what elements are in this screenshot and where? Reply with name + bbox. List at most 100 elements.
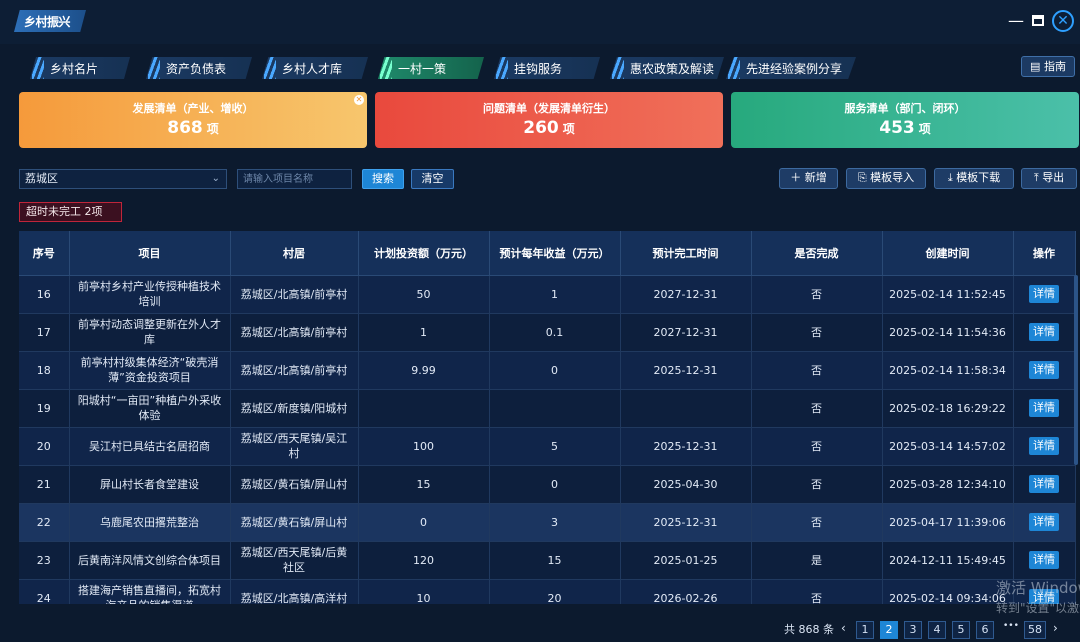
column-header: 村居 — [230, 231, 359, 276]
cell-income: 5 — [489, 427, 621, 466]
page-button[interactable]: 5 — [952, 621, 970, 639]
detail-button[interactable]: 详情 — [1029, 551, 1059, 569]
cell-project: 搭建海产销售直播间，拓宽村海产品的销售渠道 — [69, 579, 231, 604]
prev-page-icon[interactable]: ‹ — [841, 621, 846, 635]
tab-case-sharing[interactable]: 先进经验案例分享 — [726, 57, 856, 79]
table-row[interactable]: 21 屏山村长者食堂建设 荔城区/黄石镇/屏山村 15 0 2025-04-30… — [19, 465, 1076, 504]
guide-button[interactable]: ▤ 指南 — [1021, 56, 1075, 77]
cell-action: 详情 — [1013, 465, 1076, 504]
cell-finish: 2025-12-31 — [620, 351, 752, 390]
tab-stripe-icon — [32, 57, 44, 79]
detail-button[interactable]: 详情 — [1029, 323, 1059, 341]
plus-icon: ＋ — [790, 171, 802, 184]
maximize-icon[interactable] — [1031, 10, 1045, 32]
detail-button[interactable]: 详情 — [1029, 437, 1059, 455]
cell-invest: 1 — [358, 313, 490, 352]
page-button[interactable]: 1 — [856, 621, 874, 639]
table-row[interactable]: 24 搭建海产销售直播间，拓宽村海产品的销售渠道 荔城区/北高镇/高洋村 10 … — [19, 579, 1076, 604]
cell-no: 16 — [19, 275, 70, 314]
table-header: 序号 项目 村居 计划投资额（万元） 预计每年收益（万元） 预计完工时间 是否完… — [19, 231, 1076, 276]
table-row[interactable]: 22 乌鹿尾农田撂荒整治 荔城区/黄石镇/屏山村 0 3 2025-12-31 … — [19, 503, 1076, 542]
download-label: 模板下载 — [956, 171, 1001, 184]
district-select[interactable]: 荔城区 ⌄ — [19, 169, 227, 189]
template-download-button[interactable]: ⤓ 模板下载 — [934, 168, 1014, 189]
cell-created: 2025-02-14 11:54:36 — [882, 313, 1014, 352]
guide-label: 指南 — [1043, 60, 1066, 73]
cell-invest — [358, 389, 490, 428]
cell-invest: 10 — [358, 579, 490, 604]
detail-button[interactable]: 详情 — [1029, 399, 1059, 417]
cell-village: 荔城区/北高镇/前亭村 — [230, 313, 359, 352]
cell-income: 20 — [489, 579, 621, 604]
page-button[interactable]: 3 — [904, 621, 922, 639]
tab-stripe-icon — [380, 57, 392, 79]
card-title: 服务清单（部门、闭环） — [844, 102, 966, 115]
tab-village-card[interactable]: 乡村名片 — [30, 57, 130, 79]
cell-done: 否 — [751, 427, 883, 466]
table-scrollbar[interactable] — [1074, 275, 1078, 465]
cell-village: 荔城区/黄石镇/屏山村 — [230, 465, 359, 504]
column-header: 项目 — [69, 231, 231, 276]
table-row[interactable]: 16 前亭村乡村产业传授种植技术培训 荔城区/北高镇/前亭村 50 1 2027… — [19, 275, 1076, 314]
detail-button[interactable]: 详情 — [1029, 285, 1059, 303]
add-label: 新增 — [804, 171, 827, 184]
project-name-input[interactable] — [237, 169, 352, 189]
cell-project: 前亭村村级集体经济“破壳消薄”资金投资项目 — [69, 351, 231, 390]
cell-no: 21 — [19, 465, 70, 504]
table-row[interactable]: 17 前亭村动态调整更新在外人才库 荔城区/北高镇/前亭村 1 0.1 2027… — [19, 313, 1076, 352]
tab-stripe-icon — [264, 57, 276, 79]
minimize-icon[interactable]: — — [1008, 10, 1024, 32]
page-button[interactable]: 58 — [1024, 621, 1046, 639]
cell-income: 0.1 — [489, 313, 621, 352]
table-row[interactable]: 18 前亭村村级集体经济“破壳消薄”资金投资项目 荔城区/北高镇/前亭村 9.9… — [19, 351, 1076, 390]
close-icon[interactable]: ✕ — [1052, 10, 1074, 32]
nav-tabs: 乡村名片 资产负债表 乡村人才库 一村一策 挂钩服务 惠农政策及解读 先进经验案… — [0, 52, 1080, 82]
table-row[interactable]: 20 吴江村已具结古名居招商 荔城区/西天尾镇/吴江村 100 5 2025-1… — [19, 427, 1076, 466]
detail-button[interactable]: 详情 — [1029, 513, 1059, 531]
tab-label: 乡村人才库 — [282, 62, 343, 76]
card-unit: 项 — [206, 122, 219, 136]
development-list-card[interactable]: ✕ 发展清单（产业、增收） 868 项 — [19, 92, 367, 148]
template-import-button[interactable]: ⎘ 模板导入 — [846, 168, 926, 189]
export-label: 导出 — [1042, 171, 1065, 184]
cell-no: 19 — [19, 389, 70, 428]
tab-one-village-one-policy[interactable]: 一村一策 — [378, 57, 484, 79]
cell-invest: 0 — [358, 503, 490, 542]
table-row[interactable]: 23 后黄南洋风情文创综合体项目 荔城区/西天尾镇/后黄社区 120 15 20… — [19, 541, 1076, 580]
export-button[interactable]: ⤒ 导出 — [1021, 168, 1077, 189]
tab-policy-interpretation[interactable]: 惠农政策及解读 — [610, 57, 724, 79]
detail-button[interactable]: 详情 — [1029, 475, 1059, 493]
page-button[interactable]: 4 — [928, 621, 946, 639]
page-ellipsis[interactable]: ••• — [1003, 621, 1019, 631]
add-button[interactable]: ＋ 新增 — [779, 168, 838, 189]
tab-stripe-icon — [148, 57, 160, 79]
search-button[interactable]: 搜索 — [362, 169, 404, 189]
cell-action: 详情 — [1013, 351, 1076, 390]
document-icon: ▤ — [1030, 60, 1041, 73]
tab-linked-service[interactable]: 挂钩服务 — [494, 57, 600, 79]
page-button[interactable]: 6 — [976, 621, 994, 639]
clear-button[interactable]: 清空 — [411, 169, 454, 189]
cell-invest: 9.99 — [358, 351, 490, 390]
cell-project: 屏山村长者食堂建设 — [69, 465, 231, 504]
watermark-line2: 转到"设置"以激活 — [996, 601, 1080, 615]
cell-created: 2025-04-17 11:39:06 — [882, 503, 1014, 542]
tab-stripe-icon — [728, 57, 740, 79]
card-value: 868 — [167, 118, 203, 138]
detail-button[interactable]: 详情 — [1029, 361, 1059, 379]
service-list-card[interactable]: 服务清单（部门、闭环） 453 项 — [731, 92, 1079, 148]
next-page-icon[interactable]: › — [1053, 621, 1058, 635]
table-row[interactable]: 19 阳城村“一亩田”种植户外采收体验 荔城区/新度镇/阳城村 否 2025-0… — [19, 389, 1076, 428]
page-button-current[interactable]: 2 — [880, 621, 898, 639]
cell-action: 详情 — [1013, 275, 1076, 314]
card-value: 453 — [879, 118, 915, 138]
cell-done: 否 — [751, 503, 883, 542]
card-value: 260 — [523, 118, 559, 138]
tab-balance-sheet[interactable]: 资产负债表 — [146, 57, 252, 79]
import-icon: ⎘ — [857, 171, 867, 184]
tab-talent-pool[interactable]: 乡村人才库 — [262, 57, 368, 79]
card-unit: 项 — [562, 122, 575, 136]
problem-list-card[interactable]: 问题清单（发展清单衍生） 260 项 — [375, 92, 723, 148]
window-title: 乡村振兴 — [24, 15, 71, 29]
overdue-badge[interactable]: 超时未完工 2项 — [19, 202, 122, 222]
